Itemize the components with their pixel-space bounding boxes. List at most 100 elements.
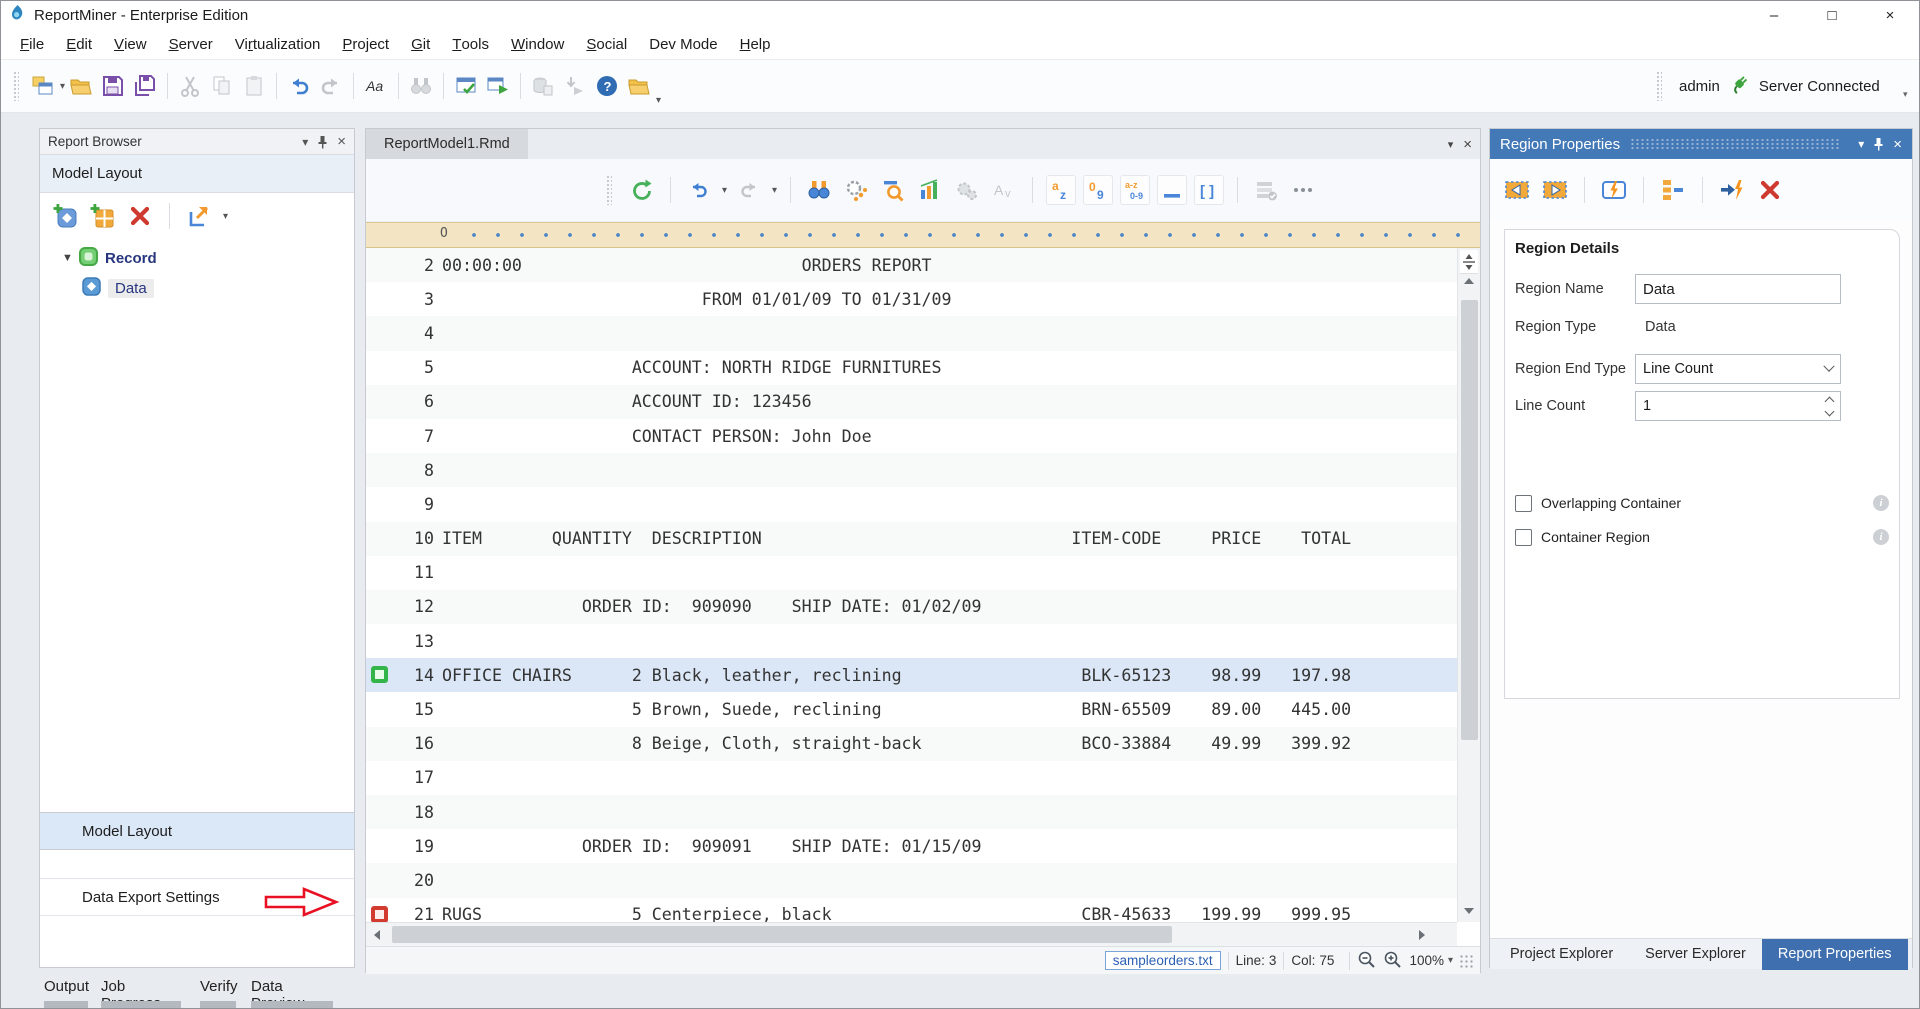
editor-line-12[interactable]: 12 ORDER ID: 909090 SHIP DATE: 01/02/09 (366, 590, 1457, 624)
editor-line-13[interactable]: 13 (366, 624, 1457, 658)
tab-report-properties[interactable]: Report Properties (1762, 939, 1908, 970)
sort-az09-icon[interactable]: a-z0-9 (1120, 175, 1150, 205)
refresh-icon[interactable] (627, 175, 657, 205)
window-check-icon[interactable] (450, 70, 482, 102)
document-tab[interactable]: ReportModel1.Rmd (366, 129, 528, 159)
scroll-down-icon[interactable] (1464, 908, 1474, 914)
highlight-region-icon[interactable] (1599, 175, 1629, 205)
editor-line-11[interactable]: 11 (366, 556, 1457, 590)
toolbar-overflow-icon[interactable]: ▾ (656, 95, 661, 106)
delete-region-icon[interactable] (1755, 175, 1785, 205)
editor-line-17[interactable]: 17 (366, 761, 1457, 795)
apply-region-icon[interactable] (1717, 175, 1747, 205)
export-icon[interactable] (185, 202, 213, 230)
menu-virtualization[interactable]: Virtualization (224, 29, 332, 59)
vertical-scroll-thumb[interactable] (1461, 300, 1478, 740)
editor-toolbar-grip[interactable] (606, 175, 612, 205)
editor-line-18[interactable]: 18 (366, 795, 1457, 829)
tab-list-icon[interactable]: ▾ (1448, 138, 1454, 151)
new-report-icon[interactable] (27, 70, 59, 102)
region-start-marker-icon[interactable] (371, 666, 388, 683)
undo-icon[interactable] (283, 70, 315, 102)
info-icon[interactable]: i (1873, 529, 1889, 545)
scroll-left-icon[interactable] (374, 930, 380, 940)
editor-lines[interactable]: 200:00:00 ORDERS REPORT3 FROM 01/01/09 T… (366, 248, 1457, 924)
toolbar-overflow-right-icon[interactable]: ▾ (1903, 89, 1908, 100)
line-count-spinner[interactable]: 1 (1635, 391, 1841, 421)
menu-tools[interactable]: Tools (441, 29, 500, 59)
close-icon[interactable]: × (337, 133, 346, 150)
close-button[interactable]: × (1861, 1, 1919, 29)
tree-item-record[interactable]: ▼ Record (40, 243, 354, 273)
window-run-icon[interactable] (482, 70, 514, 102)
pattern-settings-icon[interactable] (841, 175, 871, 205)
tab-close-icon[interactable]: × (1463, 136, 1472, 153)
save-icon[interactable] (97, 70, 129, 102)
info-icon[interactable]: i (1873, 495, 1889, 511)
horizontal-scrollbar[interactable] (366, 922, 1457, 946)
maximize-button[interactable]: □ (1803, 1, 1861, 29)
editor-line-10[interactable]: 10ITEM QUANTITY DESCRIPTION ITEM-CODE PR… (366, 522, 1457, 556)
brackets-icon[interactable]: [ ] (1194, 175, 1224, 205)
panel-menu-icon[interactable]: ▾ (302, 135, 308, 149)
panel-menu-icon[interactable]: ▾ (1858, 137, 1864, 151)
export-dropdown-icon[interactable]: ▾ (223, 211, 228, 222)
editor-line-19[interactable]: 19 ORDER ID: 909091 SHIP DATE: 01/15/09 (366, 829, 1457, 863)
menu-project[interactable]: Project (331, 29, 400, 59)
spin-down-icon[interactable] (1825, 406, 1835, 416)
redo-dropdown-icon[interactable]: ▾ (772, 185, 777, 196)
editor-line-3[interactable]: 3 FROM 01/01/09 TO 01/31/09 (366, 282, 1457, 316)
editor-line-6[interactable]: 6 ACCOUNT ID: 123456 (366, 385, 1457, 419)
editor-line-7[interactable]: 7 CONTACT PERSON: John Doe (366, 419, 1457, 453)
help-icon[interactable]: ? (591, 70, 623, 102)
chevron-down-icon[interactable]: ▼ (62, 252, 78, 264)
editor-line-15[interactable]: 15 5 Brown, Suede, reclining BRN-65509 8… (366, 692, 1457, 726)
create-fields-icon[interactable] (1658, 175, 1688, 205)
editor-ruler[interactable]: O (366, 222, 1480, 248)
menu-help[interactable]: Help (729, 29, 782, 59)
horizontal-scroll-thumb[interactable] (392, 926, 1172, 943)
container-region-checkbox[interactable] (1515, 529, 1532, 546)
folder-icon[interactable] (623, 70, 655, 102)
close-icon[interactable]: × (1893, 136, 1902, 153)
menu-dev-mode[interactable]: Dev Mode (638, 29, 728, 59)
menu-git[interactable]: Git (400, 29, 441, 59)
font-case-icon[interactable]: Aa (360, 70, 392, 102)
editor-line-4[interactable]: 4 (366, 316, 1457, 350)
scroll-up-icon[interactable] (1464, 278, 1474, 284)
scroll-right-icon[interactable] (1419, 930, 1425, 940)
editor-line-21[interactable]: 21RUGS 5 Centerpiece, black CBR-45633 19… (366, 898, 1457, 924)
delete-icon[interactable] (126, 202, 154, 230)
move-region-end-icon[interactable] (1540, 175, 1570, 205)
move-region-start-icon[interactable] (1502, 175, 1532, 205)
undo-icon[interactable] (684, 175, 714, 205)
minimize-button[interactable]: – (1745, 1, 1803, 29)
menu-view[interactable]: View (103, 29, 158, 59)
menu-edit[interactable]: Edit (55, 29, 103, 59)
editor-line-2[interactable]: 200:00:00 ORDERS REPORT (366, 248, 1457, 282)
region-name-input[interactable] (1635, 274, 1841, 304)
region-marker-icon[interactable] (371, 906, 388, 923)
resize-grip[interactable] (1460, 953, 1474, 969)
tree-item-data[interactable]: Data (40, 273, 354, 303)
find-pattern-icon[interactable] (804, 175, 834, 205)
chart-icon[interactable] (915, 175, 945, 205)
editor-line-8[interactable]: 8 (366, 453, 1457, 487)
vertical-scrollbar[interactable] (1457, 248, 1480, 922)
source-file-chip[interactable]: sampleorders.txt (1105, 951, 1221, 970)
pin-icon[interactable] (317, 135, 328, 149)
region-end-type-select[interactable]: Line Count (1635, 354, 1841, 384)
spin-up-icon[interactable] (1825, 396, 1835, 406)
sort-09-icon[interactable]: 09 (1083, 175, 1113, 205)
sort-az-icon[interactable]: az (1046, 175, 1076, 205)
menu-file[interactable]: File (9, 29, 55, 59)
add-region-icon[interactable] (52, 202, 80, 230)
zoom-level-select[interactable]: 100% ▾ (1409, 953, 1453, 968)
toolbar-grip-right[interactable] (1656, 71, 1662, 101)
editor-line-5[interactable]: 5 ACCOUNT: NORTH RIDGE FURNITURES (366, 351, 1457, 385)
menu-window[interactable]: Window (500, 29, 575, 59)
splitter-icon[interactable] (1460, 250, 1478, 274)
editor-line-20[interactable]: 20 (366, 863, 1457, 897)
editor-line-14[interactable]: 14OFFICE CHAIRS 2 Black, leather, reclin… (366, 658, 1457, 692)
save-all-icon[interactable] (129, 70, 161, 102)
